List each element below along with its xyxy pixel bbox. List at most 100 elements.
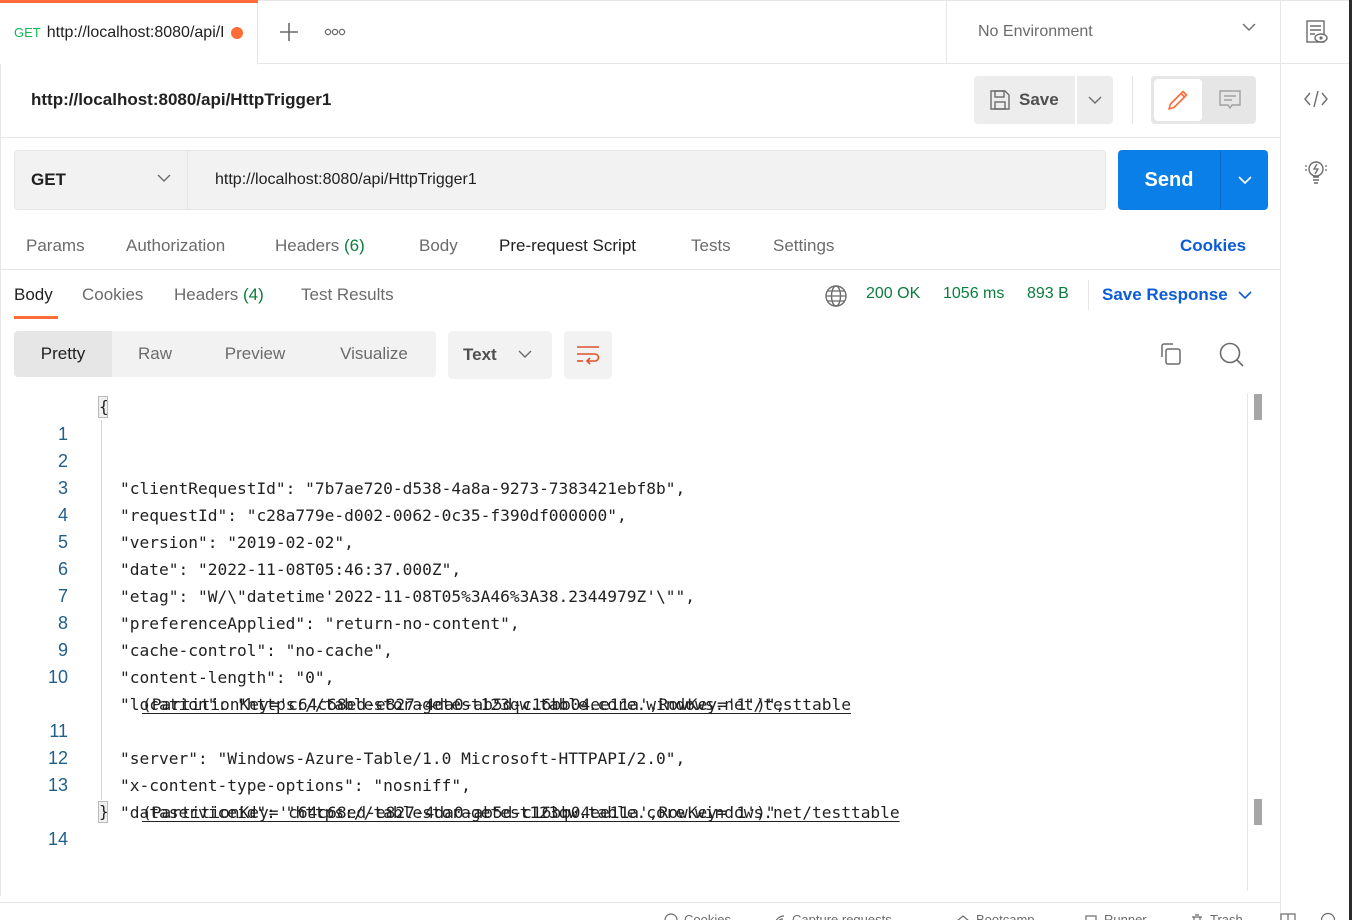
response-headers-count: (4) — [243, 285, 264, 304]
tab-authorization[interactable]: Authorization — [126, 236, 225, 256]
line-number: 14 — [47, 829, 68, 849]
footer-help[interactable] — [1320, 912, 1336, 920]
copy-response-button[interactable] — [1158, 341, 1184, 372]
footer-bootcamp[interactable]: Bootcamp — [956, 912, 1035, 920]
footer-capture-label: Capture requests — [792, 912, 892, 920]
footer-capture-requests[interactable]: Capture requests — [772, 912, 892, 920]
code-line: 5 "date": "2022-11-08T05:46:37.000Z", — [0, 502, 1240, 579]
response-tab-body[interactable]: Body — [14, 285, 58, 319]
response-time[interactable]: 1056 ms — [943, 285, 1004, 303]
code-line: 3 "requestId": "c28a779e-d002-0062-0c35-… — [0, 448, 1240, 525]
tab-headers-label: Headers — [275, 236, 340, 255]
matched-brace: } — [98, 801, 109, 823]
request-tab-active[interactable]: GET http://localhost:8080/api/HttpTrigge… — [0, 0, 258, 65]
network-info-button[interactable] — [824, 284, 848, 313]
code-line: 9 "content-length": "0", — [0, 610, 1240, 687]
response-tab-headers[interactable]: Headers (4) — [174, 285, 264, 305]
related-collections-button[interactable] — [1281, 158, 1350, 186]
response-tabs: Body Cookies Headers (4) Test Results 20… — [0, 270, 1280, 320]
code-line-continuation: (PartitionKey='c64c68ed-e827-4da0-ab5d-c… — [0, 664, 1240, 714]
chevron-down-icon — [518, 350, 532, 358]
scrollbar-marker-top[interactable] — [1254, 394, 1262, 420]
pencil-icon — [1168, 90, 1188, 110]
environment-selector[interactable]: No Environment — [946, 0, 1280, 63]
url-input[interactable] — [189, 151, 1105, 209]
chevron-down-icon — [157, 174, 171, 182]
response-size[interactable]: 893 B — [1027, 285, 1069, 303]
response-status[interactable]: 200 OK — [866, 285, 920, 303]
environment-label: No Environment — [978, 22, 1093, 40]
code-snippet-button[interactable] — [1281, 88, 1350, 110]
format-visualize-button[interactable]: Visualize — [312, 331, 436, 377]
comment-icon — [1219, 90, 1241, 110]
tab-params[interactable]: Params — [26, 236, 85, 256]
code-line: 4 "version": "2019-02-02", — [0, 475, 1240, 552]
cookie-icon — [664, 912, 678, 920]
comments-button[interactable] — [1206, 79, 1254, 121]
save-icon — [990, 90, 1010, 110]
save-button[interactable]: Save — [974, 76, 1075, 124]
tab-pre-request-script[interactable]: Pre-request Script — [499, 236, 636, 256]
code-line: 11 "server": "Windows-Azure-Table/1.0 Mi… — [0, 691, 1240, 768]
search-icon — [1219, 342, 1244, 367]
unsaved-changes-dot — [230, 26, 243, 39]
code-line: 7 "preferenceApplied": "return-no-conten… — [0, 556, 1240, 633]
format-raw-button[interactable]: Raw — [112, 331, 198, 377]
tab-headers[interactable]: Headers (6) — [275, 236, 365, 256]
divider — [1132, 76, 1133, 124]
tab-tests[interactable]: Tests — [691, 236, 731, 256]
send-button[interactable]: Send — [1118, 150, 1220, 210]
footer-runner[interactable]: Runner — [1084, 912, 1147, 920]
response-body-editor[interactable]: 1 { 2 "clientRequestId": "7b7ae720-d538-… — [0, 393, 1248, 893]
format-pretty-button[interactable]: Pretty — [14, 331, 112, 377]
cookies-link[interactable]: Cookies — [1180, 236, 1246, 256]
code-icon — [1303, 90, 1328, 108]
right-sidebar — [1280, 0, 1352, 920]
wrap-lines-button[interactable] — [564, 331, 612, 379]
request-tab-method: GET — [14, 25, 41, 40]
layout-icon — [1280, 913, 1296, 920]
send-options-button[interactable] — [1220, 150, 1268, 210]
antenna-icon — [775, 914, 785, 920]
help-icon — [1320, 912, 1336, 920]
response-tab-test-results[interactable]: Test Results — [301, 285, 394, 305]
request-title[interactable]: http://localhost:8080/api/HttpTrigger1 — [31, 90, 331, 110]
response-tab-headers-label: Headers — [174, 285, 239, 304]
request-tab-name: http://localhost:8080/api/HttpTrigger1 — [46, 23, 223, 41]
send-button-group: Send — [1118, 150, 1268, 210]
bootcamp-icon — [956, 914, 970, 920]
request-header: http://localhost:8080/api/HttpTrigger1 S… — [0, 64, 1280, 138]
code-line: 14 } — [0, 799, 1240, 849]
runner-icon — [1085, 914, 1097, 920]
scrollbar-marker-bottom[interactable] — [1254, 799, 1262, 825]
footer-trash[interactable]: Trash — [1190, 912, 1243, 920]
code-line: 13 "dataserviceid": "https://tablestorag… — [0, 745, 1240, 822]
footer-two-pane-toggle[interactable] — [1280, 912, 1296, 920]
tab-settings[interactable]: Settings — [773, 236, 834, 256]
save-label: Save — [1019, 90, 1059, 109]
trash-icon — [1192, 913, 1202, 920]
format-preview-button[interactable]: Preview — [198, 331, 312, 377]
save-response-button[interactable]: Save Response — [1102, 285, 1252, 305]
environment-quick-look-button[interactable] — [1281, 0, 1352, 64]
response-tab-cookies[interactable]: Cookies — [82, 285, 143, 305]
tab-body[interactable]: Body — [419, 236, 458, 256]
footer-bootcamp-label: Bootcamp — [976, 912, 1035, 920]
new-tab-button[interactable] — [266, 1, 312, 63]
save-options-button[interactable] — [1077, 76, 1113, 124]
more-tabs-button[interactable] — [312, 1, 358, 63]
matched-brace: { — [98, 396, 109, 418]
language-label: Text — [463, 345, 497, 364]
request-tabs: Params Authorization Headers (6) Body Pr… — [0, 222, 1280, 270]
code-line: 8 "cache-control": "no-cache", — [0, 583, 1240, 660]
chevron-down-icon — [1237, 176, 1252, 185]
url-bar: GET — [14, 150, 1106, 210]
edit-mode-button[interactable] — [1154, 79, 1202, 121]
language-selector[interactable]: Text — [448, 331, 552, 379]
status-bar: Cookies Capture requests Bootcamp Runner… — [0, 903, 1352, 920]
method-selector[interactable]: GET — [15, 151, 188, 209]
search-response-button[interactable] — [1218, 341, 1246, 374]
editor-scrollbar-track[interactable] — [1247, 393, 1248, 891]
view-format-group: Pretty Raw Preview Visualize — [14, 331, 436, 377]
footer-cookies[interactable]: Cookies — [664, 912, 731, 920]
